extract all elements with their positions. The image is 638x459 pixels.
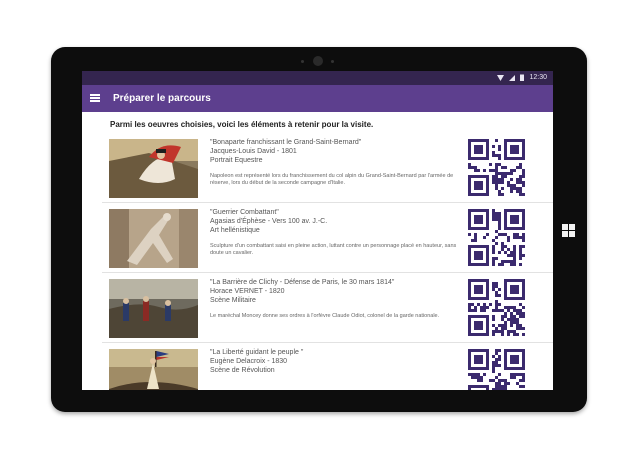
list-item[interactable]: "La Liberté guidant le peuple " Eugène D… <box>102 342 553 390</box>
artwork-artist: Agasias d'Éphèse - Vers 100 av. J.-C. <box>210 218 328 225</box>
artwork-thumbnail <box>109 209 198 268</box>
artwork-description: Sculpture d'un combattant saisi en plein… <box>210 243 457 256</box>
artwork-thumbnail <box>109 279 198 338</box>
artwork-description: Le maréchal Moncey donne ses ordres à l'… <box>210 313 440 319</box>
artwork-title: "La Barrière de Clichy - Défense de Pari… <box>210 279 395 286</box>
qr-code-icon <box>468 139 525 196</box>
app-bar: Préparer le parcours <box>82 85 553 112</box>
artwork-title: "La Liberté guidant le peuple " <box>210 349 304 356</box>
menu-icon[interactable] <box>90 94 100 102</box>
qr-code-icon <box>468 209 525 266</box>
page-title: Préparer le parcours <box>113 93 211 104</box>
signal-icon <box>509 74 516 81</box>
artwork-title: "Guerrier Combattant" <box>210 209 279 216</box>
artwork-genre: Portrait Equestre <box>210 157 263 164</box>
qr-code-icon <box>468 279 525 336</box>
artwork-title: "Bonaparte franchissant le Grand-Saint-B… <box>210 139 362 146</box>
artwork-description: Napoleon est représenté lors du franchis… <box>210 173 454 186</box>
status-time: 12:30 <box>529 74 547 81</box>
qr-code-icon <box>468 349 525 390</box>
intro-text: Parmi les oeuvres choisies, voici les él… <box>110 120 374 129</box>
artwork-genre: Scène de Révolution <box>210 367 275 374</box>
artwork-artist: Eugène Delacroix - 1830 <box>210 358 288 365</box>
artwork-artist: Horace VERNET - 1820 <box>210 288 285 295</box>
list-item[interactable]: "Bonaparte franchissant le Grand-Saint-B… <box>102 132 553 203</box>
artwork-thumbnail <box>109 139 198 198</box>
app-screen: 12:30 Préparer le parcours Parmi les oeu… <box>82 71 553 390</box>
windows-logo-icon[interactable] <box>562 224 575 237</box>
sensor-dot <box>301 60 304 63</box>
wifi-icon <box>497 74 505 81</box>
battery-icon <box>520 74 525 81</box>
list-item[interactable]: "Guerrier Combattant" Agasias d'Éphèse -… <box>102 202 553 273</box>
artwork-artist: Jacques-Louis David - 1801 <box>210 148 297 155</box>
status-bar: 12:30 <box>82 71 553 85</box>
artwork-thumbnail <box>109 349 198 390</box>
camera-icon <box>313 56 323 66</box>
artwork-genre: Art hellénistique <box>210 227 260 234</box>
list-item[interactable]: "La Barrière de Clichy - Défense de Pari… <box>102 272 553 343</box>
sensor-dot <box>331 60 334 63</box>
artwork-genre: Scène Militaire <box>210 297 256 304</box>
